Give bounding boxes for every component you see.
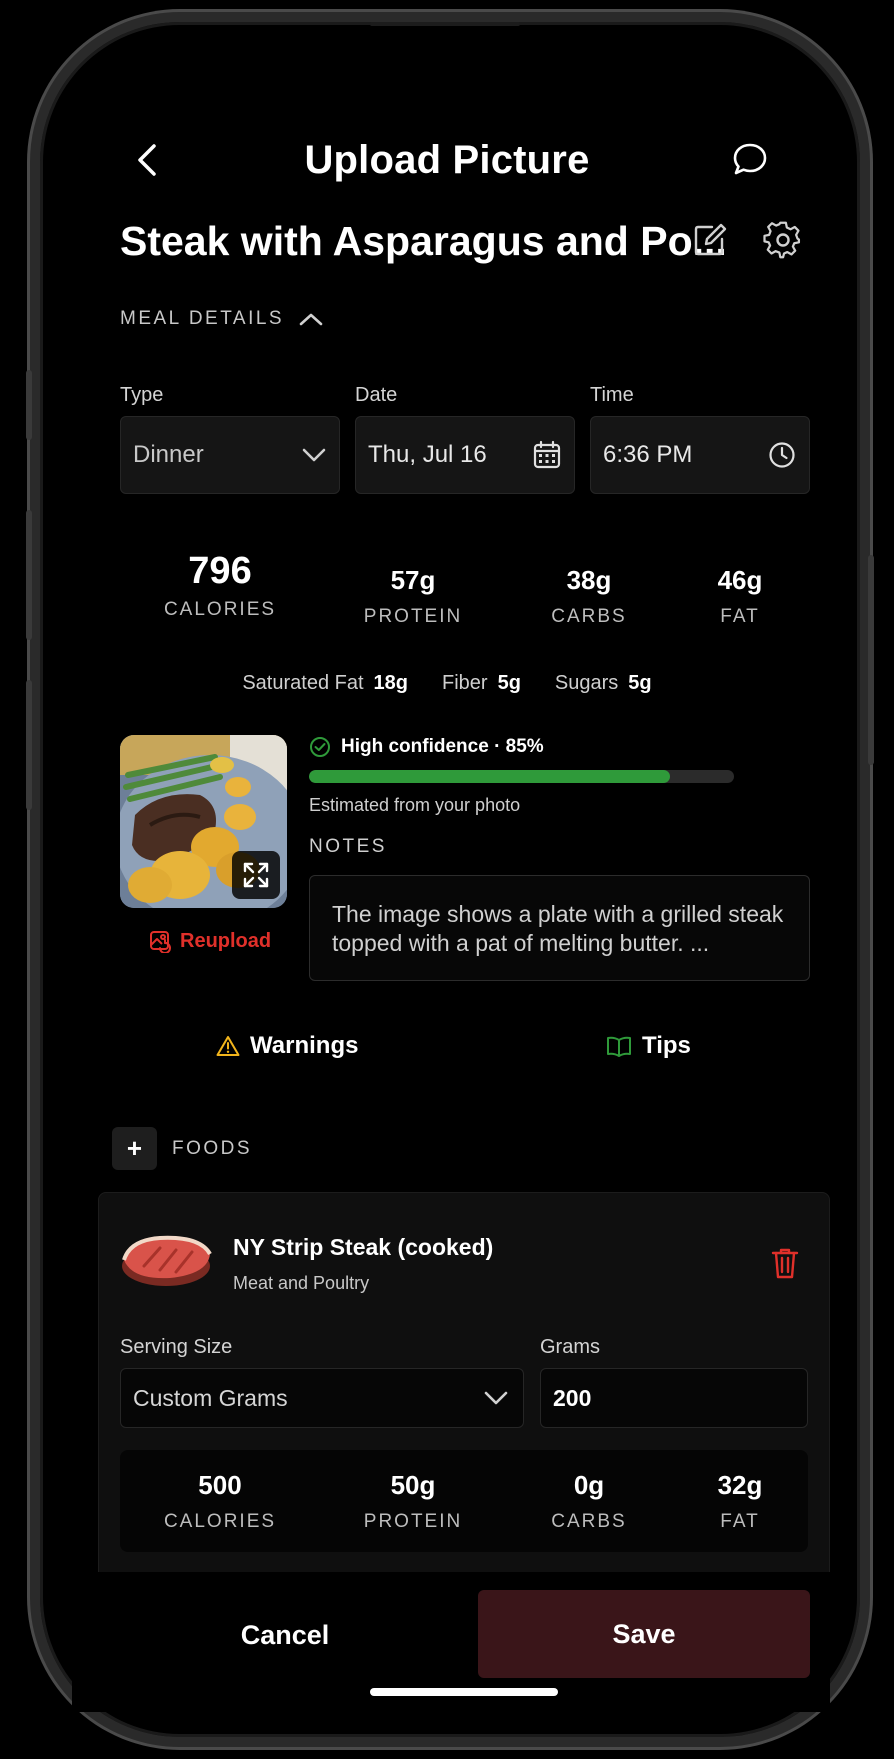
confidence-text: High confidence · 85%: [341, 736, 544, 757]
total-carbs: 38g CARBS: [529, 565, 649, 628]
total-carbs-value: 38g: [566, 565, 612, 595]
date-value: Thu, Jul 16: [368, 441, 487, 468]
chat-button[interactable]: [730, 140, 770, 180]
food-calories-value: 500: [198, 1470, 242, 1500]
fiber: Fiber 5g: [442, 672, 521, 695]
food-protein: 50g PROTEIN: [353, 1470, 473, 1533]
fiber-label: Fiber: [442, 672, 488, 694]
meal-type-select[interactable]: Dinner: [120, 416, 340, 494]
food-calories-label: CALORIES: [163, 1511, 277, 1532]
food-protein-value: 50g: [390, 1470, 436, 1500]
saturated-fat: Saturated Fat 18g: [242, 672, 408, 695]
time-value: 6:36 PM: [603, 441, 693, 468]
total-fat-label: FAT: [720, 606, 760, 627]
food-protein-label: PROTEIN: [363, 1511, 463, 1532]
saturated-fat-value: 18g: [373, 672, 408, 694]
food-fat-value: 32g: [717, 1470, 763, 1500]
settings-button[interactable]: [762, 219, 804, 261]
foods-section-label: FOODS: [172, 1138, 253, 1159]
reupload-icon: [148, 929, 172, 953]
micronutrients-row: Saturated Fat 18g Fiber 5g Sugars 5g: [0, 672, 894, 695]
notes-label: NOTES: [309, 836, 387, 857]
serving-size-select[interactable]: Custom Grams: [120, 1368, 524, 1428]
food-fat-label: FAT: [720, 1511, 760, 1532]
check-circle-icon: [309, 736, 331, 758]
grams-label: Grams: [540, 1336, 600, 1358]
warnings-label: Warnings: [250, 1032, 359, 1059]
chevron-down-icon: [483, 1390, 509, 1406]
notes-textarea[interactable]: The image shows a plate with a grilled s…: [309, 875, 810, 981]
total-fat-value: 46g: [717, 565, 763, 595]
food-name: NY Strip Steak (cooked): [233, 1234, 494, 1260]
tips-label: Tips: [642, 1032, 691, 1059]
food-carbs: 0g CARBS: [529, 1470, 649, 1533]
type-label: Type: [120, 384, 164, 406]
total-carbs-label: CARBS: [551, 606, 627, 627]
reupload-button[interactable]: Reupload: [148, 929, 271, 953]
saturated-fat-label: Saturated Fat: [242, 672, 364, 694]
tips-button[interactable]: Tips: [606, 1032, 691, 1060]
total-protein: 57g PROTEIN: [353, 565, 473, 628]
confidence-progress-fill: [309, 770, 671, 783]
confidence-indicator: High confidence · 85%: [309, 736, 544, 758]
expand-photo-button[interactable]: [232, 851, 280, 899]
sugars: Sugars 5g: [555, 672, 652, 695]
confidence-progress-bar: [309, 770, 734, 783]
warning-triangle-icon: [216, 1035, 240, 1057]
total-fat: 46g FAT: [680, 565, 800, 628]
total-protein-value: 57g: [390, 565, 436, 595]
book-icon: [606, 1035, 632, 1057]
meal-name: Steak with Asparagus and Po...: [120, 218, 727, 264]
total-protein-label: PROTEIN: [363, 606, 463, 627]
meal-type-value: Dinner: [133, 441, 204, 468]
time-label: Time: [590, 384, 634, 406]
food-carbs-label: CARBS: [551, 1511, 627, 1532]
fiber-value: 5g: [497, 672, 521, 694]
edit-meal-name-button[interactable]: [690, 220, 730, 260]
add-food-button[interactable]: +: [112, 1127, 157, 1170]
device-side-button: [26, 370, 32, 440]
gear-icon: [763, 220, 803, 260]
date-picker[interactable]: Thu, Jul 16: [355, 416, 575, 494]
device-side-button: [26, 510, 32, 640]
serving-size-value: Custom Grams: [133, 1384, 288, 1411]
grams-input[interactable]: [540, 1368, 808, 1428]
food-category: Meat and Poultry: [233, 1273, 370, 1293]
food-calories: 500 CALORIES: [160, 1470, 280, 1533]
warnings-button[interactable]: Warnings: [216, 1032, 358, 1060]
sugars-label: Sugars: [554, 672, 619, 694]
cancel-button[interactable]: Cancel: [190, 1610, 380, 1660]
edit-icon: [692, 222, 728, 258]
meal-details-label: MEAL DETAILS: [120, 308, 285, 329]
home-indicator[interactable]: [370, 1688, 558, 1696]
food-carbs-value: 0g: [573, 1470, 605, 1500]
chat-bubble-icon: [731, 141, 769, 179]
chevron-down-icon: [301, 447, 327, 463]
estimated-text: Estimated from your photo: [309, 795, 521, 815]
expand-icon: [241, 860, 271, 890]
delete-food-button[interactable]: [770, 1246, 800, 1280]
total-calories-label: CALORIES: [163, 599, 277, 620]
chevron-up-icon: [298, 311, 324, 327]
device-side-button: [868, 555, 874, 765]
reupload-label: Reupload: [180, 929, 272, 952]
save-button[interactable]: Save: [478, 1590, 810, 1678]
meal-details-toggle[interactable]: MEAL DETAILS: [120, 308, 324, 330]
trash-icon: [771, 1247, 799, 1279]
serving-size-label: Serving Size: [120, 1336, 233, 1358]
sugars-value: 5g: [628, 672, 652, 694]
device-side-button: [26, 680, 32, 810]
food-fat: 32g FAT: [680, 1470, 800, 1533]
date-label: Date: [355, 384, 398, 406]
clock-icon: [767, 440, 797, 470]
device-speaker: [370, 22, 520, 26]
time-picker[interactable]: 6:36 PM: [590, 416, 810, 494]
calendar-icon: [532, 440, 562, 470]
total-calories: 796 CALORIES: [150, 550, 290, 621]
steak-icon: [120, 1230, 212, 1290]
total-calories-value: 796: [188, 550, 252, 592]
